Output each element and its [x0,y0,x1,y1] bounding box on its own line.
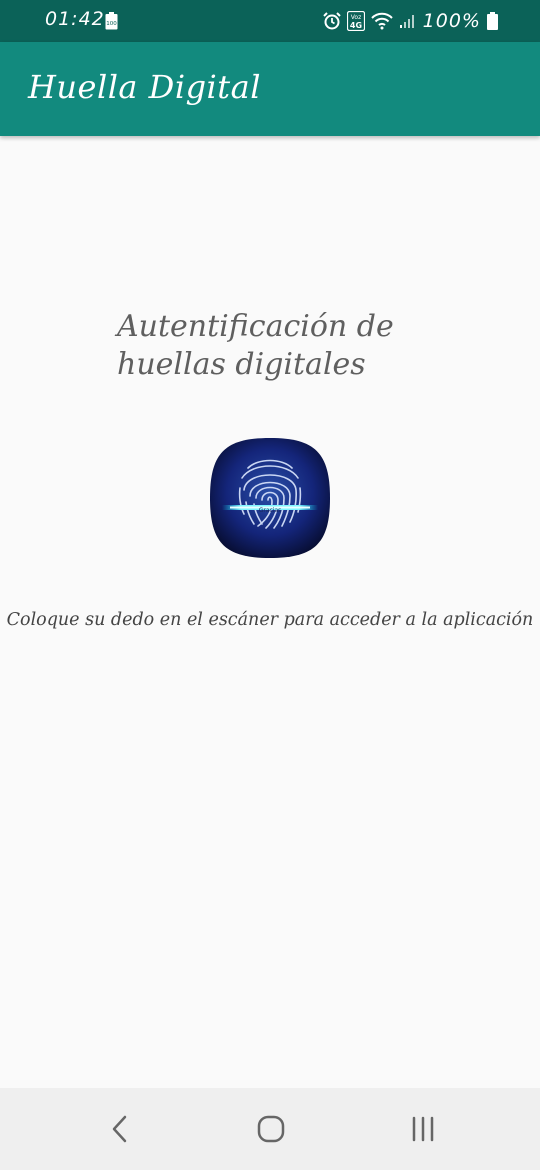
volte-4g-icon: Voz 4G [346,11,365,31]
fingerprint-scanner[interactable]: Gracias [210,438,330,558]
navigation-bar [0,1088,540,1170]
back-icon[interactable] [110,1115,130,1143]
image-caption: Gracias [259,507,282,514]
battery-notification-icon: 100 [105,12,118,30]
app-bar: Huella Digital [0,42,540,136]
status-time: 01:42 [45,8,105,30]
alarm-icon [322,12,341,30]
recents-icon[interactable] [410,1116,436,1142]
notification-badge-text: 100 [106,21,117,27]
recents-button[interactable] [398,1106,448,1152]
back-button[interactable] [95,1106,145,1152]
wifi-icon [370,12,393,30]
signal-icon [399,15,414,28]
status-bar: 01:42 100 Voz 4G 100% [0,0,540,42]
home-icon[interactable] [257,1115,285,1143]
svg-text:Voz: Voz [350,14,360,21]
home-button[interactable] [246,1106,296,1152]
app-title: Huella Digital [28,68,261,106]
network-badge-text: 4G [350,21,362,30]
battery-percent: 100% [422,10,481,32]
page-heading: Autentificación de huellas digitales [117,309,394,382]
battery-icon [487,12,498,30]
fingerprint-icon[interactable]: Gracias [210,438,330,558]
status-icons: Voz 4G 100% [322,8,498,34]
instruction-text: Coloque su dedo en el escáner para acced… [6,610,534,630]
